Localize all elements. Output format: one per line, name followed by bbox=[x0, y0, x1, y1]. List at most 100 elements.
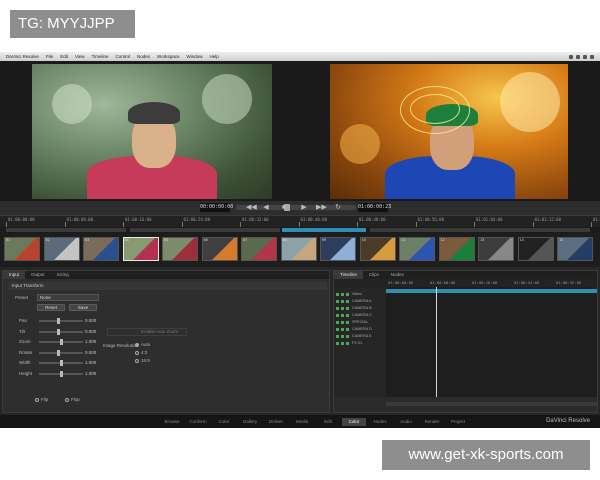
tab-timeline[interactable]: Timeline bbox=[334, 271, 363, 279]
menu-nodes[interactable]: Nodes bbox=[137, 54, 150, 59]
slider-handle[interactable] bbox=[59, 360, 63, 366]
track-row[interactable]: CAMERA B bbox=[334, 305, 386, 311]
track-toggle-icon[interactable] bbox=[341, 334, 344, 338]
param-slider[interactable] bbox=[39, 339, 83, 345]
param-slider[interactable] bbox=[39, 318, 83, 324]
track-toggle-icon[interactable] bbox=[341, 341, 344, 345]
param-value[interactable]: 0.000 bbox=[85, 318, 96, 323]
track-row[interactable]: CAMERA A bbox=[334, 298, 386, 304]
track-row[interactable]: CAMERA C bbox=[334, 312, 386, 318]
menu-app[interactable]: DaVinci Resolve bbox=[6, 54, 39, 59]
playhead[interactable] bbox=[436, 287, 437, 397]
stop-icon[interactable]: ■ bbox=[280, 204, 288, 212]
track-toggle-icon[interactable] bbox=[346, 334, 349, 338]
track-toggle-icon[interactable] bbox=[341, 299, 344, 303]
clip-thumbnail[interactable]: 15 bbox=[557, 237, 593, 261]
flip-checkbox[interactable] bbox=[35, 398, 39, 402]
track-toggle-icon[interactable] bbox=[341, 320, 344, 324]
dock-tab[interactable]: Nodes bbox=[368, 418, 392, 426]
track-toggle-icon[interactable] bbox=[336, 292, 339, 296]
track-row[interactable]: Video bbox=[334, 291, 386, 297]
dock-tab[interactable]: Color bbox=[342, 418, 366, 426]
clip-thumbnail[interactable]: 10 bbox=[359, 237, 396, 261]
track-toggle-icon[interactable] bbox=[346, 299, 349, 303]
menu-window[interactable]: Window bbox=[186, 54, 202, 59]
track-row[interactable]: SPECIAL bbox=[334, 319, 386, 325]
rewind-icon[interactable]: ◀◀ bbox=[246, 204, 257, 212]
timeline-clip[interactable] bbox=[386, 289, 597, 293]
track-toggle-icon[interactable] bbox=[346, 292, 349, 296]
slider-handle[interactable] bbox=[57, 328, 61, 335]
track-toggle-icon[interactable] bbox=[346, 306, 349, 310]
dock-tab[interactable]: Color bbox=[212, 418, 236, 426]
param-slider[interactable] bbox=[39, 360, 83, 366]
reset-button[interactable]: Reset bbox=[37, 304, 65, 311]
menu-view[interactable]: View bbox=[75, 54, 85, 59]
track-row[interactable]: CAMERA D bbox=[334, 326, 386, 332]
source-viewer[interactable] bbox=[32, 64, 272, 199]
tab-input[interactable]: Input bbox=[3, 271, 26, 279]
track-toggle-icon[interactable] bbox=[336, 327, 339, 331]
track-toggle-icon[interactable] bbox=[346, 327, 349, 331]
slider-handle[interactable] bbox=[57, 318, 61, 324]
param-slider[interactable] bbox=[39, 349, 83, 356]
track-toggle-icon[interactable] bbox=[341, 292, 344, 296]
menu-help[interactable]: Help bbox=[209, 54, 218, 59]
track-row[interactable]: CAMERA E bbox=[334, 333, 386, 339]
track-toggle-icon[interactable] bbox=[341, 313, 344, 317]
param-value[interactable]: 1.000 bbox=[85, 339, 96, 344]
power-window-inner[interactable] bbox=[410, 94, 460, 124]
track-toggle-icon[interactable] bbox=[346, 320, 349, 324]
tab-nodes[interactable]: Nodes bbox=[385, 271, 410, 279]
timeline-clip-area[interactable] bbox=[386, 287, 597, 397]
clip-thumbnail[interactable]: 13 bbox=[478, 237, 514, 261]
param-value[interactable]: 0.000 bbox=[85, 329, 96, 334]
param-value[interactable]: 1.000 bbox=[85, 360, 96, 365]
track-toggle-icon[interactable] bbox=[336, 320, 339, 324]
track-toggle-icon[interactable] bbox=[336, 313, 339, 317]
clip-thumbnail[interactable]: 03 bbox=[83, 237, 119, 261]
search-icon[interactable] bbox=[590, 54, 594, 59]
dock-tab[interactable]: Conform bbox=[186, 418, 210, 426]
track-toggle-icon[interactable] bbox=[341, 306, 344, 310]
horizontal-scrollbar[interactable] bbox=[386, 402, 597, 406]
param-value[interactable]: 1.000 bbox=[85, 371, 96, 376]
dock-tab[interactable]: Deliver bbox=[264, 418, 288, 426]
clip-thumbnail[interactable]: 08 bbox=[280, 237, 317, 261]
dock-tab[interactable]: Gallery bbox=[238, 418, 262, 426]
param-slider[interactable] bbox=[39, 370, 83, 377]
menu-file[interactable]: File bbox=[46, 54, 53, 59]
clip-thumbnail[interactable]: 12 bbox=[438, 237, 475, 261]
clip-thumbnail[interactable]: 07 bbox=[241, 237, 277, 261]
clip-thumbnail[interactable]: 02 bbox=[43, 237, 80, 261]
radio-4-3[interactable] bbox=[135, 351, 139, 355]
clip-thumbnail[interactable]: 14 bbox=[517, 237, 554, 261]
dock-tab[interactable]: Audio bbox=[394, 418, 418, 426]
loop-icon[interactable]: ↻ bbox=[334, 204, 342, 212]
dock-tab[interactable]: Project bbox=[446, 418, 470, 426]
tab-output[interactable]: Output bbox=[25, 271, 51, 279]
flop-checkbox[interactable] bbox=[65, 398, 69, 402]
menu-workspace[interactable]: Workspace bbox=[157, 54, 179, 59]
track-row[interactable]: FX 01 bbox=[334, 340, 386, 346]
save-button[interactable]: Save bbox=[69, 304, 97, 311]
clip-thumbnail[interactable]: 01 bbox=[4, 237, 40, 261]
param-value[interactable]: 0.000 bbox=[85, 350, 96, 355]
track-toggle-icon[interactable] bbox=[346, 341, 349, 345]
clip-thumbnail[interactable]: 04 bbox=[122, 237, 159, 261]
tab-sizing[interactable]: Sizing bbox=[51, 271, 75, 279]
track-toggle-icon[interactable] bbox=[336, 334, 339, 338]
track-toggle-icon[interactable] bbox=[341, 327, 344, 331]
clip-thumbnail[interactable]: 11 bbox=[399, 237, 435, 261]
menu-timeline[interactable]: Timeline bbox=[92, 54, 109, 59]
play-icon[interactable]: ▶ bbox=[300, 204, 308, 212]
track-toggle-icon[interactable] bbox=[336, 299, 339, 303]
fast-forward-icon[interactable]: ▶▶ bbox=[316, 204, 327, 212]
radio-16-9[interactable] bbox=[135, 359, 139, 363]
preset-dropdown[interactable]: None bbox=[37, 294, 99, 301]
track-toggle-icon[interactable] bbox=[336, 341, 339, 345]
dock-tab[interactable]: Media bbox=[290, 418, 314, 426]
step-back-icon[interactable]: ◀ bbox=[262, 204, 270, 212]
menu-edit[interactable]: Edit bbox=[60, 54, 68, 59]
clip-thumbnail[interactable]: 05 bbox=[162, 237, 198, 261]
